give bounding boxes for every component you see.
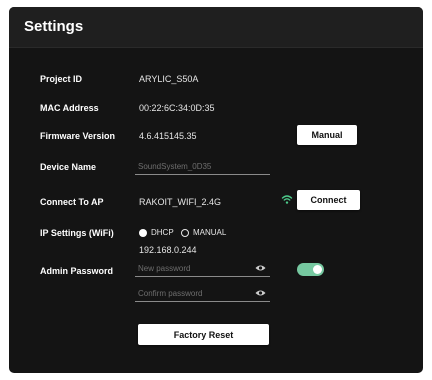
radio-dhcp-label: DHCP	[151, 228, 174, 237]
connect-ap-value: RAKOIT_WIFI_2.4G	[139, 197, 222, 207]
firmware-version-label: Firmware Version	[40, 131, 116, 141]
ip-address-value: 192.168.0.244	[139, 245, 197, 255]
eye-icon[interactable]	[255, 289, 266, 297]
radio-dhcp-dot	[139, 228, 147, 237]
wifi-icon	[281, 195, 293, 204]
radio-manual-dot	[181, 228, 189, 237]
settings-header: Settings	[9, 7, 423, 48]
device-name-label: Device Name	[40, 162, 97, 172]
ip-settings-label: IP Settings (WiFi)	[40, 228, 114, 238]
radio-dhcp[interactable]: DHCP	[139, 228, 174, 237]
admin-password-toggle[interactable]	[297, 263, 324, 276]
radio-manual[interactable]: MANUAL	[181, 228, 226, 237]
toggle-knob	[313, 265, 322, 274]
page-title: Settings	[24, 18, 84, 35]
eye-icon[interactable]	[255, 264, 266, 272]
new-password-input[interactable]	[135, 261, 270, 277]
connect-button[interactable]: Connect	[297, 190, 360, 210]
connect-ap-label: Connect To AP	[40, 197, 104, 207]
admin-password-label: Admin Password	[40, 266, 114, 276]
manual-button[interactable]: Manual	[297, 125, 357, 145]
radio-manual-label: MANUAL	[193, 228, 227, 237]
confirm-password-input[interactable]	[135, 286, 270, 302]
project-id-value: ARYLIC_S50A	[139, 74, 199, 84]
mac-address-value: 00:22:6C:34:0D:35	[139, 103, 215, 113]
mac-address-label: MAC Address	[40, 103, 99, 113]
device-name-input[interactable]	[135, 159, 270, 175]
factory-reset-button[interactable]: Factory Reset	[138, 324, 269, 345]
settings-panel: Settings Project ID ARYLIC_S50A MAC Addr…	[9, 7, 423, 373]
firmware-version-value: 4.6.415145.35	[139, 131, 197, 141]
project-id-label: Project ID	[40, 74, 83, 84]
